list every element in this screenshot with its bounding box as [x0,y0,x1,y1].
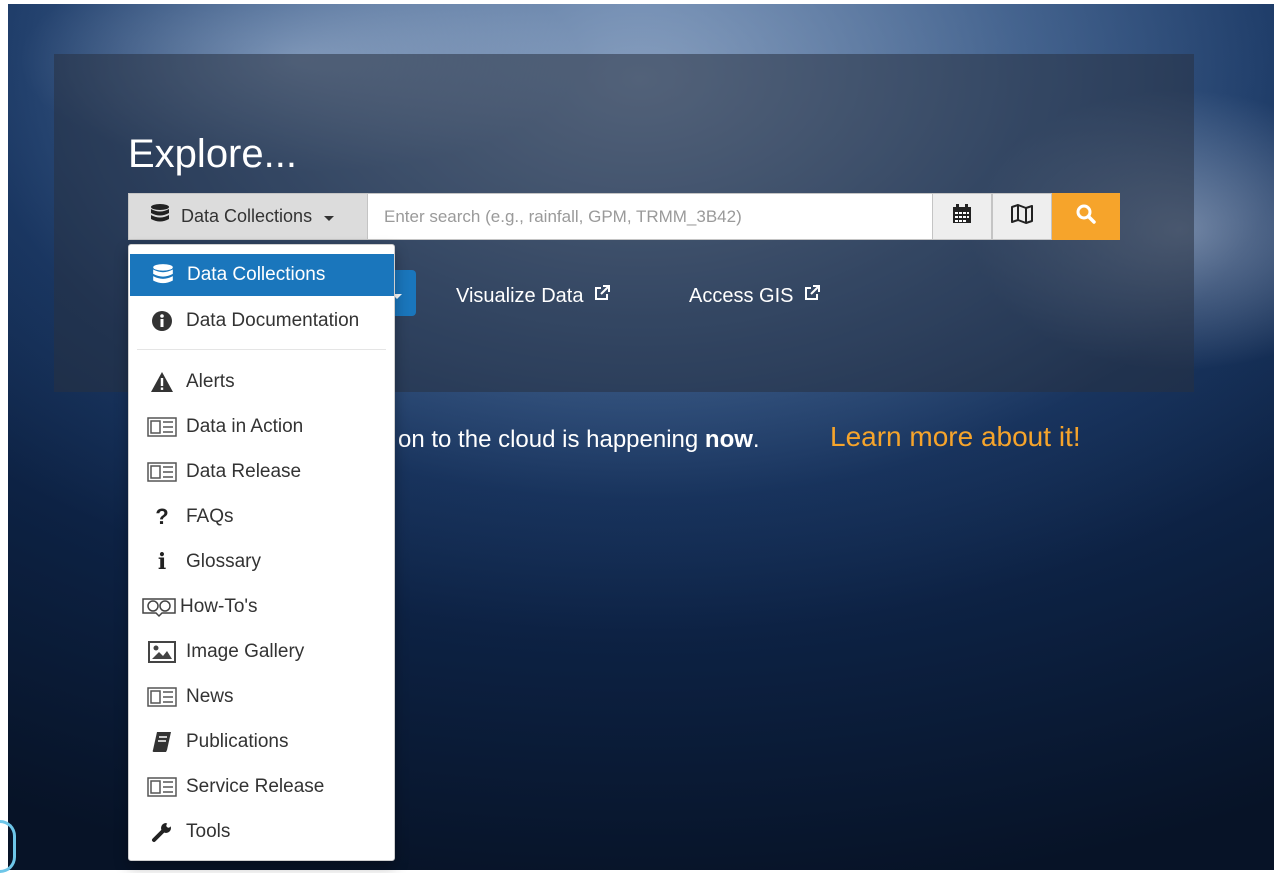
announcement-emphasis: now [704,426,753,453]
menu-item-data-documentation[interactable]: Data Documentation [129,300,394,342]
map-button[interactable] [992,193,1052,240]
book-open-icon [141,596,177,618]
external-link-icon [803,284,821,308]
page-title: Explore... [128,132,297,176]
info-icon: i [157,549,167,575]
menu-item-label: Glossary [186,551,261,572]
newspaper-icon [147,777,177,797]
menu-item-label: Data Documentation [186,310,360,331]
menu-item-image-gallery[interactable]: Image Gallery [129,631,394,673]
external-link-icon [593,284,611,308]
visualize-data-label: Visualize Data [456,284,584,307]
book-icon [147,731,177,753]
menu-item-label: Image Gallery [186,641,305,662]
frame-border-left [0,0,8,873]
menu-item-alerts[interactable]: Alerts [129,361,394,403]
announcement-text: on to the cloud is happening now. [398,426,760,454]
calendar-button[interactable] [932,193,992,240]
access-gis-link[interactable]: Access GIS [689,284,821,308]
frame-border-right [1274,0,1278,873]
menu-item-publications[interactable]: Publications [129,721,394,763]
menu-item-glossary[interactable]: i Glossary [129,541,394,583]
collection-type-dropdown[interactable]: Data Collections [128,193,368,240]
search-button[interactable] [1052,193,1120,240]
database-icon [149,203,171,230]
menu-item-label: Service Release [186,776,325,797]
dropdown-label: Data Collections [181,206,313,226]
menu-item-label: Alerts [186,371,235,392]
caret-down-icon [324,216,335,221]
search-icon [1075,203,1097,230]
database-icon [148,263,178,287]
newspaper-icon [147,687,177,707]
map-icon [1010,203,1034,230]
menu-item-label: How-To's [180,596,258,617]
menu-item-label: Data Release [186,461,302,482]
collection-type-menu: Data Collections Data Documentation Aler… [128,244,395,861]
newspaper-icon [147,462,177,482]
learn-more-link[interactable]: Learn more about it! [830,421,1081,453]
menu-item-label: Data Collections [187,264,326,285]
corner-logo-fragment [0,820,16,873]
menu-item-label: Publications [186,731,289,752]
menu-item-data-release[interactable]: Data Release [129,451,394,493]
menu-item-label: Tools [186,821,231,842]
menu-divider [137,349,386,350]
menu-item-data-in-action[interactable]: Data in Action [129,406,394,448]
menu-item-how-tos[interactable]: How-To's [129,586,394,628]
menu-item-data-collections[interactable]: Data Collections [130,254,394,296]
menu-item-label: News [186,686,234,707]
announcement-tail: . [752,426,760,453]
menu-item-label: Data in Action [186,416,304,437]
info-circle-icon [147,310,177,332]
menu-item-tools[interactable]: Tools [129,811,394,853]
menu-item-news[interactable]: News [129,676,394,718]
menu-item-label: FAQs [186,506,234,527]
access-gis-label: Access GIS [689,284,794,307]
image-icon [147,641,177,663]
question-icon: ? [155,504,169,529]
menu-item-service-release[interactable]: Service Release [129,766,394,808]
menu-item-faqs[interactable]: ? FAQs [129,496,394,538]
newspaper-icon [147,417,177,437]
frame-border-top [0,0,1278,4]
announcement-lead: on to the cloud is happening [398,426,699,453]
warning-icon [147,371,177,393]
calendar-icon [951,203,973,230]
visualize-data-link[interactable]: Visualize Data [456,284,611,308]
wrench-icon [147,821,177,843]
search-input[interactable] [368,193,932,240]
